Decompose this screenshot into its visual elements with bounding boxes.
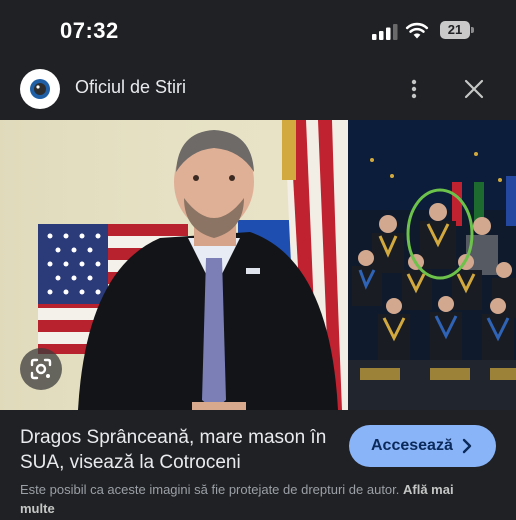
battery-indicator: 21	[440, 21, 474, 39]
status-bar: 07:32 21	[0, 0, 516, 62]
source-header: Oficiul de Stiri	[0, 62, 516, 118]
article-photo	[0, 120, 516, 410]
close-icon	[464, 79, 484, 99]
source-name[interactable]: Oficiul de Stiri	[75, 77, 186, 98]
more-vert-icon	[411, 79, 417, 99]
battery-level: 21	[447, 22, 463, 37]
copyright-notice: Este posibil ca aceste imagini să fie pr…	[20, 480, 490, 518]
visit-button-label: Accesează	[371, 437, 453, 454]
close-button[interactable]	[459, 74, 489, 104]
copyright-text: Este posibil ca aceste imagini să fie pr…	[20, 482, 400, 497]
lens-button[interactable]	[20, 348, 62, 390]
google-lens-icon	[30, 358, 52, 380]
chevron-right-icon	[462, 438, 472, 454]
eye-logo-icon	[20, 69, 60, 109]
cellular-signal-icon	[372, 24, 398, 40]
more-options-button[interactable]	[402, 74, 426, 104]
article-image[interactable]	[0, 120, 516, 410]
visit-button[interactable]: Accesează	[349, 425, 496, 467]
article-headline[interactable]: Dragos Sprânceană, mare mason în SUA, vi…	[20, 425, 330, 475]
group-photo	[348, 120, 516, 410]
wifi-icon	[405, 22, 429, 39]
status-time: 07:32	[60, 18, 119, 43]
